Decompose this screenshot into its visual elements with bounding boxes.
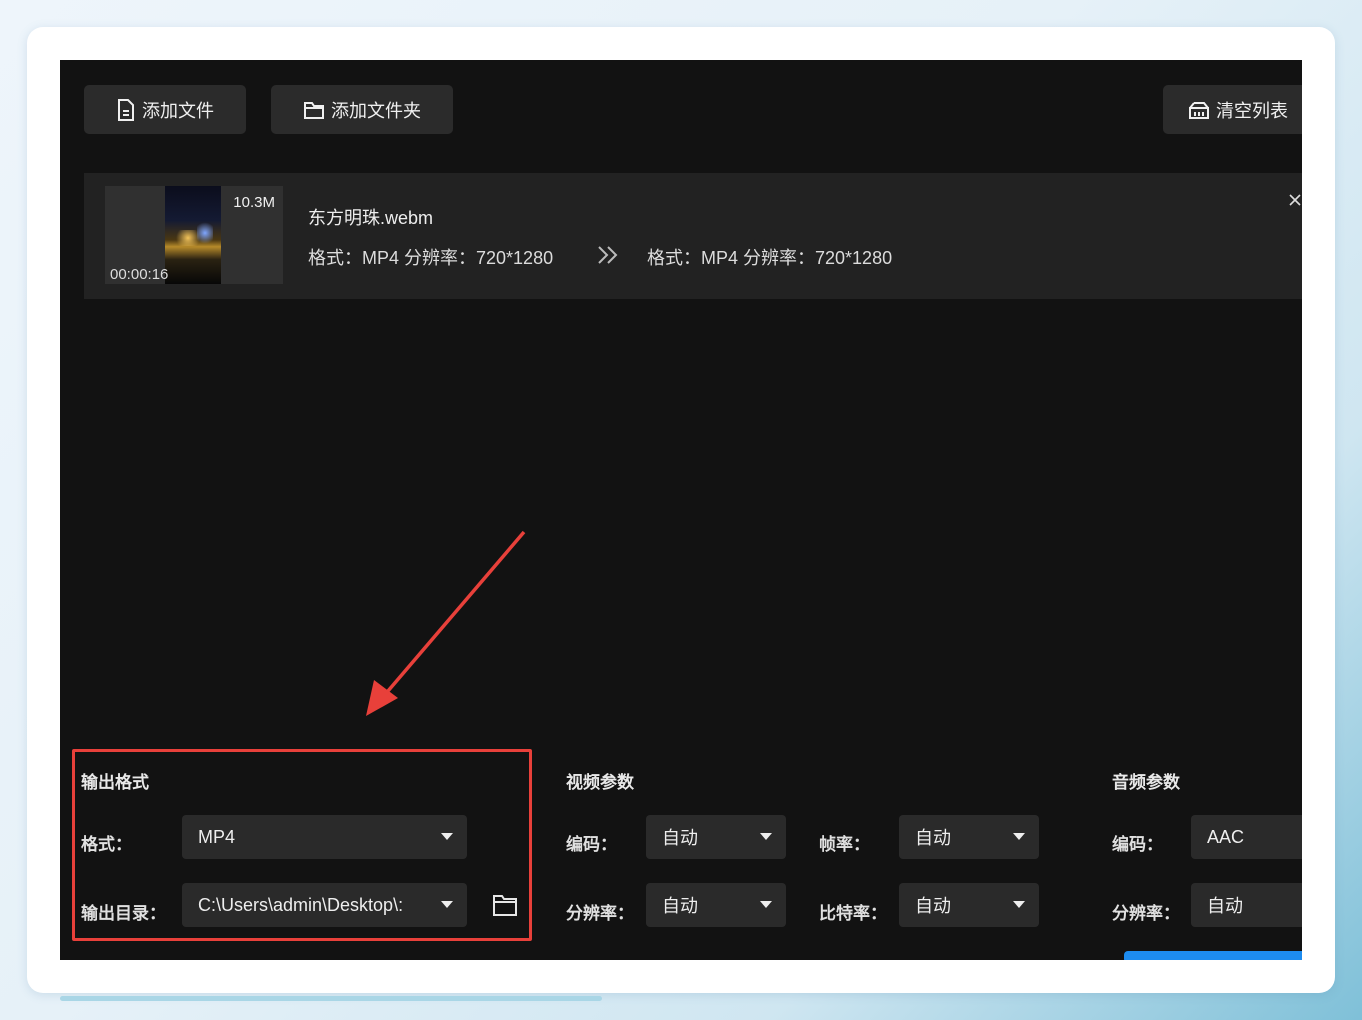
video-preview-image	[165, 186, 221, 284]
video-codec-select[interactable]: 自动	[646, 815, 786, 859]
folder-open-icon[interactable]	[492, 893, 518, 922]
source-info: 格式：MP4 分辨率：720*1280	[308, 248, 554, 268]
bitrate-select[interactable]: 自动	[899, 883, 1039, 927]
add-folder-label: 添加文件夹	[331, 100, 421, 121]
target-info: 格式：MP4 分辨率：720*1280	[647, 248, 893, 268]
caret-down-icon	[1013, 901, 1025, 908]
output-dir-value: C:\Users\admin\Desktop\:	[198, 894, 404, 915]
caret-down-icon	[760, 901, 772, 908]
video-res-value: 自动	[662, 896, 698, 916]
caret-down-icon	[760, 833, 772, 840]
add-file-label: 添加文件	[142, 100, 214, 121]
format-label: 格式：	[81, 835, 132, 854]
clear-list-label: 清空列表	[1216, 100, 1288, 121]
video-codec-label: 编码：	[566, 835, 617, 854]
audio-codec-value: AAC	[1207, 826, 1245, 847]
audio-params-title: 音频参数	[1112, 773, 1180, 792]
bitrate-label: 比特率：	[819, 904, 887, 923]
caret-down-icon	[1013, 833, 1025, 840]
video-duration: 00:00:16	[110, 266, 169, 283]
progress-line	[60, 996, 602, 1001]
output-format-title: 输出格式	[81, 773, 149, 792]
file-icon	[116, 98, 136, 121]
file-name: 东方明珠.webm	[308, 208, 434, 228]
video-res-label: 分辨率：	[566, 904, 634, 923]
fps-select[interactable]: 自动	[899, 815, 1039, 859]
video-thumbnail: 10.3M 00:00:16	[105, 186, 283, 284]
output-dir-select[interactable]: C:\Users\admin\Desktop\:	[182, 883, 467, 927]
video-params-title: 视频参数	[566, 773, 634, 792]
file-size: 10.3M	[233, 194, 275, 211]
convert-button[interactable]	[1124, 951, 1302, 960]
audio-codec-label: 编码：	[1112, 835, 1163, 854]
output-dir-label: 输出目录：	[81, 904, 166, 923]
close-icon[interactable]	[1288, 193, 1302, 212]
format-select[interactable]: MP4	[182, 815, 467, 859]
fps-value: 自动	[915, 828, 951, 848]
add-folder-button[interactable]: 添加文件夹	[271, 85, 453, 134]
audio-res-select[interactable]: 自动	[1191, 883, 1302, 927]
audio-res-value: 自动	[1207, 896, 1243, 916]
format-select-value: MP4	[198, 826, 236, 847]
double-chevron-right-icon	[596, 245, 622, 270]
caret-down-icon	[441, 833, 453, 840]
fps-label: 帧率：	[819, 835, 870, 854]
video-codec-value: 自动	[662, 828, 698, 848]
folder-icon	[303, 100, 325, 120]
audio-res-label: 分辨率：	[1112, 904, 1180, 923]
caret-down-icon	[441, 901, 453, 908]
clear-list-icon	[1188, 100, 1210, 120]
audio-codec-select[interactable]: AAC	[1191, 815, 1302, 859]
annotation-arrow	[366, 530, 526, 716]
clear-list-button[interactable]: 清空列表	[1163, 85, 1302, 134]
converter-app-window: 添加文件 添加文件夹 清空列表 10.3M 00:00:16 东方明珠.webm…	[60, 60, 1302, 960]
file-list-item[interactable]: 10.3M 00:00:16 东方明珠.webm 格式：MP4 分辨率：720*…	[84, 173, 1302, 299]
add-file-button[interactable]: 添加文件	[84, 85, 246, 134]
bitrate-value: 自动	[915, 896, 951, 916]
video-res-select[interactable]: 自动	[646, 883, 786, 927]
